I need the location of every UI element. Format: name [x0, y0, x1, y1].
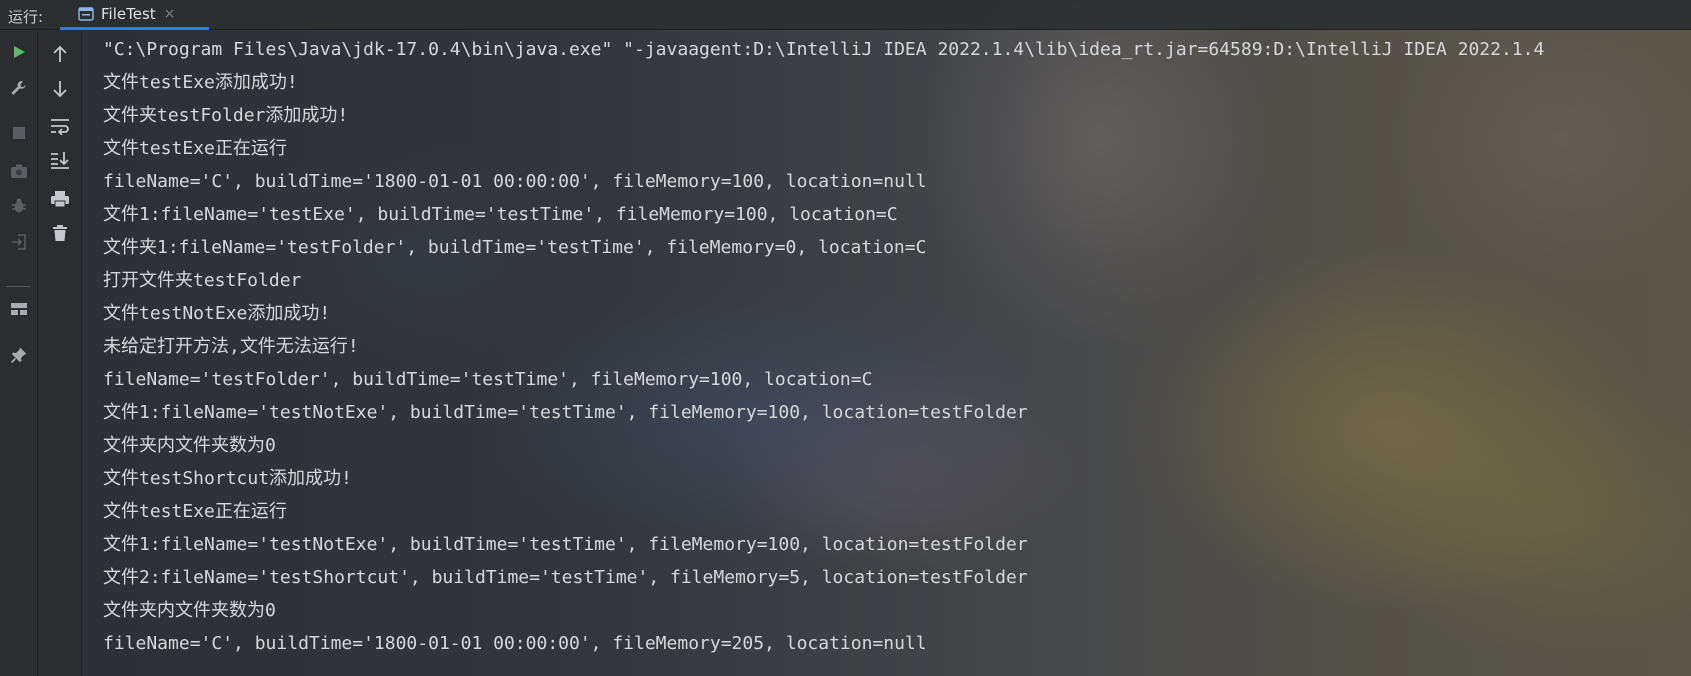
console-line: "C:\Program Files\Java\jdk-17.0.4\bin\ja…: [103, 39, 1545, 60]
run-tool-window-header: 运行: FileTest ×: [0, 0, 1691, 30]
console-line: fileName='C', buildTime='1800-01-01 00:0…: [103, 171, 927, 192]
console-line: 打开文件夹testFolder: [103, 270, 302, 291]
console-line: 文件1:fileName='testNotExe', buildTime='te…: [103, 534, 1028, 555]
console-line: 文件夹1:fileName='testFolder', buildTime='t…: [103, 237, 927, 258]
pin-icon[interactable]: [7, 343, 31, 367]
camera-icon[interactable]: [7, 159, 31, 183]
soft-wrap-icon[interactable]: [48, 114, 72, 138]
arrow-down-icon[interactable]: [48, 77, 72, 101]
console-line: 文件1:fileName='testExe', buildTime='testT…: [103, 204, 898, 225]
console-line: 文件1:fileName='testNotExe', buildTime='te…: [103, 402, 1028, 423]
run-icon[interactable]: [7, 40, 31, 64]
close-icon[interactable]: ×: [164, 6, 176, 22]
console-line: 文件testExe正在运行: [103, 501, 287, 522]
stop-icon[interactable]: [7, 121, 31, 145]
console-line: 文件2:fileName='testShortcut', buildTime='…: [103, 567, 1028, 588]
run-label: 运行:: [8, 8, 44, 26]
console-line: 文件夹内文件夹数为0: [103, 600, 276, 621]
console-window-icon: [78, 6, 94, 21]
tab-label: FileTest: [101, 4, 156, 23]
arrow-up-icon[interactable]: [48, 42, 72, 66]
trash-icon[interactable]: [48, 221, 72, 245]
wrench-icon[interactable]: [7, 76, 31, 100]
console-line: fileName='testFolder', buildTime='testTi…: [103, 369, 873, 390]
run-toolbar-secondary: [39, 31, 82, 676]
console-line: 未给定打开方法,文件无法运行!: [103, 336, 359, 357]
tab-filetest[interactable]: FileTest ×: [60, 0, 209, 30]
debug-bug-icon[interactable]: [7, 194, 31, 218]
console-line: 文件testNotExe添加成功!: [103, 303, 331, 324]
exit-icon[interactable]: [7, 230, 31, 254]
console-line: 文件testExe添加成功!: [103, 72, 298, 93]
run-toolbar-primary: [0, 31, 38, 676]
console-line: 文件testExe正在运行: [103, 138, 287, 159]
toolbar-divider: [6, 286, 30, 287]
console-line: 文件testShortcut添加成功!: [103, 468, 352, 489]
print-icon[interactable]: [48, 187, 72, 211]
console-line: fileName='C', buildTime='1800-01-01 00:0…: [103, 633, 927, 654]
scroll-to-end-icon[interactable]: [48, 148, 72, 172]
console-line: 文件夹testFolder添加成功!: [103, 105, 349, 126]
layout-icon[interactable]: [7, 297, 31, 321]
console-output[interactable]: "C:\Program Files\Java\jdk-17.0.4\bin\ja…: [103, 37, 1691, 664]
console-line: 文件夹内文件夹数为0: [103, 435, 276, 456]
